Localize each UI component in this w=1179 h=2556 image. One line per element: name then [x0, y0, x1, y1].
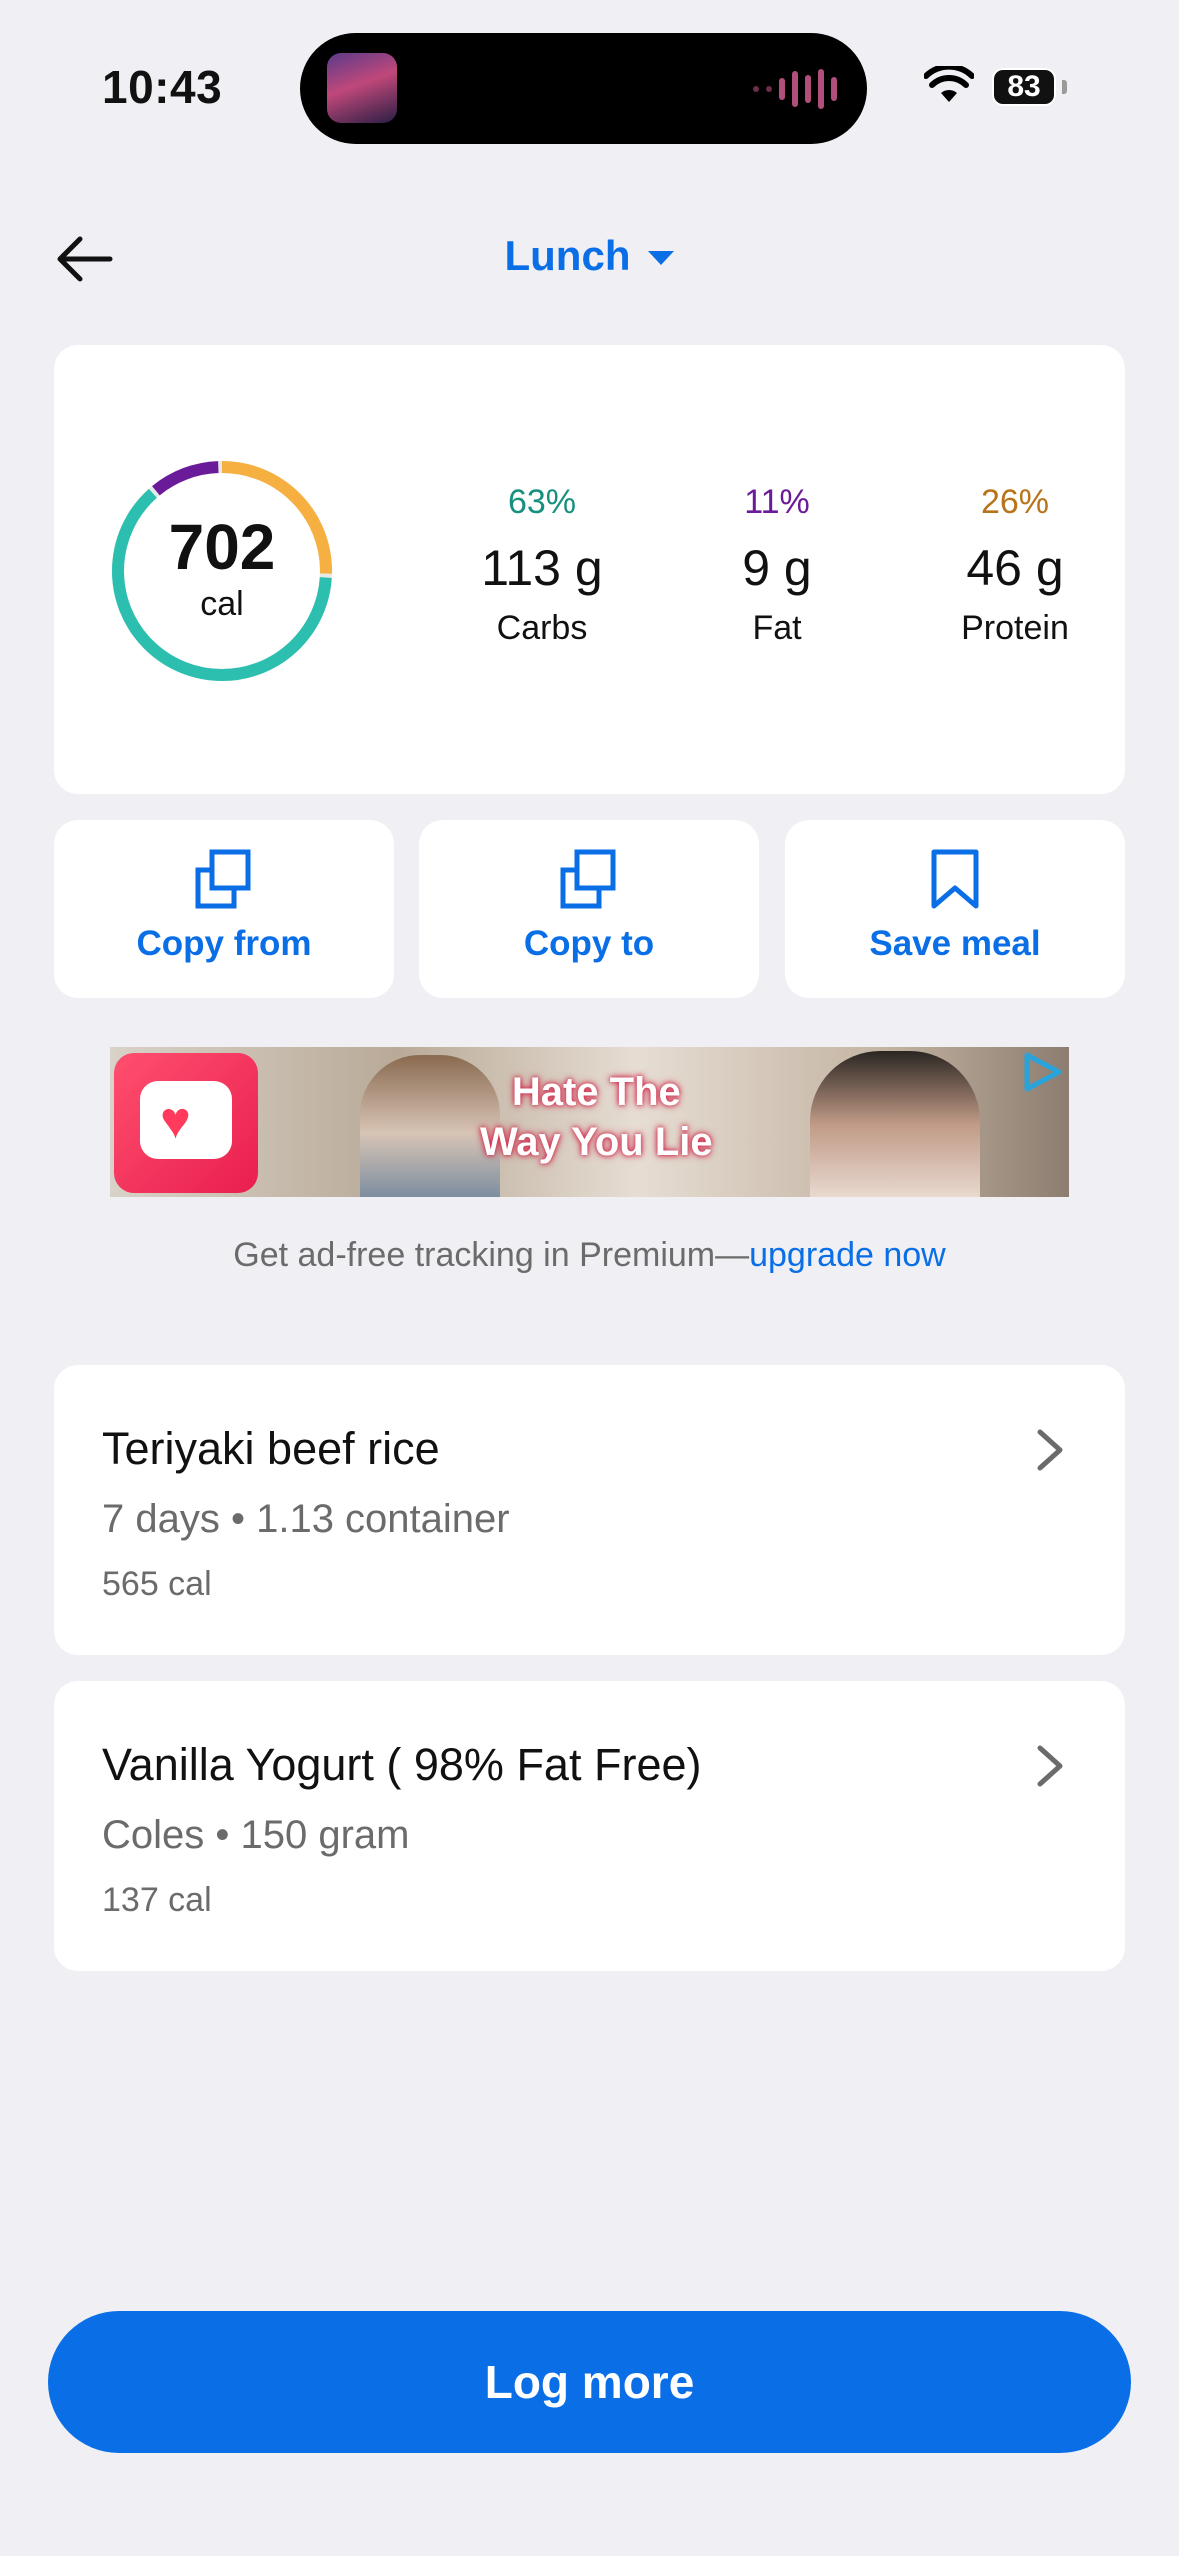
battery-level: 83 — [994, 70, 1054, 104]
calorie-total: 702 — [168, 511, 276, 583]
status-time: 10:43 — [102, 61, 223, 113]
copy-icon — [560, 849, 616, 909]
macro-protein: 26% 46 g Protein — [915, 483, 1115, 648]
ad-headline: Hate The Way You Lie — [480, 1067, 713, 1167]
ad-image-person — [810, 1051, 980, 1197]
save-meal-button[interactable]: Save meal — [785, 820, 1125, 998]
macro-fat: 11% 9 g Fat — [677, 483, 877, 648]
battery-indicator: 83 — [992, 68, 1056, 106]
copy-from-button[interactable]: Copy from — [54, 820, 394, 998]
meal-selector[interactable]: Lunch — [0, 232, 1179, 280]
chevron-right-icon — [1037, 1745, 1063, 1787]
copy-from-label: Copy from — [136, 924, 312, 963]
macro-protein-label: Protein — [961, 609, 1069, 647]
macro-carbs-label: Carbs — [496, 609, 588, 647]
macro-protein-amount: 46 g — [966, 540, 1064, 596]
copy-to-button[interactable]: Copy to — [419, 820, 759, 998]
wifi-icon — [924, 66, 974, 102]
meal-name: Lunch — [504, 232, 631, 279]
ad-banner[interactable]: ♥ Hate The Way You Lie — [110, 1047, 1069, 1197]
log-more-button[interactable]: Log more — [48, 2311, 1131, 2453]
upgrade-now-link[interactable]: upgrade now — [749, 1236, 946, 1274]
ad-headline-line2: Way You Lie — [480, 1120, 713, 1164]
food-item[interactable]: Teriyaki beef rice 7 days • 1.13 contain… — [54, 1365, 1125, 1655]
food-calories: 137 cal — [102, 1881, 212, 1919]
audio-waveform-icon — [753, 69, 837, 109]
dynamic-island[interactable] — [300, 33, 867, 144]
ad-headline-line1: Hate The — [511, 1070, 681, 1114]
macro-fat-amount: 9 g — [742, 540, 812, 596]
food-serving: 150 gram — [240, 1813, 410, 1857]
meal-summary-card: 702 cal 63% 113 g Carbs 11% 9 g Fat 26% … — [54, 345, 1125, 794]
chevron-right-icon — [1037, 1429, 1063, 1471]
save-meal-label: Save meal — [869, 924, 1041, 963]
food-detail: 7 days • 1.13 container — [102, 1497, 510, 1541]
food-source: 7 days — [102, 1497, 220, 1541]
macro-fat-percent: 11% — [744, 483, 810, 521]
macro-protein-percent: 26% — [980, 483, 1050, 521]
copy-to-label: Copy to — [523, 924, 655, 963]
food-item[interactable]: Vanilla Yogurt ( 98% Fat Free) Coles • 1… — [54, 1681, 1125, 1971]
album-art-icon — [327, 53, 397, 123]
premium-promo: Get ad-free tracking in Premium—upgrade … — [0, 1236, 1179, 1275]
ad-app-logo: ♥ — [114, 1053, 258, 1193]
bookmark-icon — [931, 849, 979, 909]
food-source: Coles — [102, 1813, 205, 1857]
adchoices-icon[interactable] — [1019, 1049, 1065, 1095]
food-detail: Coles • 150 gram — [102, 1813, 410, 1857]
macro-carbs: 63% 113 g Carbs — [442, 483, 642, 648]
calorie-unit: cal — [200, 585, 244, 623]
food-name: Teriyaki beef rice — [102, 1423, 440, 1474]
copy-icon — [195, 849, 251, 909]
food-calories: 565 cal — [102, 1565, 212, 1603]
ad-image-person — [360, 1055, 500, 1197]
food-name: Vanilla Yogurt ( 98% Fat Free) — [102, 1739, 702, 1790]
food-serving: 1.13 container — [256, 1497, 510, 1541]
macro-fat-label: Fat — [752, 609, 802, 647]
heart-icon: ♥ — [160, 1092, 191, 1150]
promo-text: Get ad-free tracking in Premium— — [233, 1236, 750, 1274]
battery-tip — [1062, 80, 1067, 94]
macro-carbs-percent: 63% — [507, 483, 577, 521]
macro-carbs-amount: 113 g — [481, 540, 603, 596]
caret-down-icon — [648, 251, 675, 265]
